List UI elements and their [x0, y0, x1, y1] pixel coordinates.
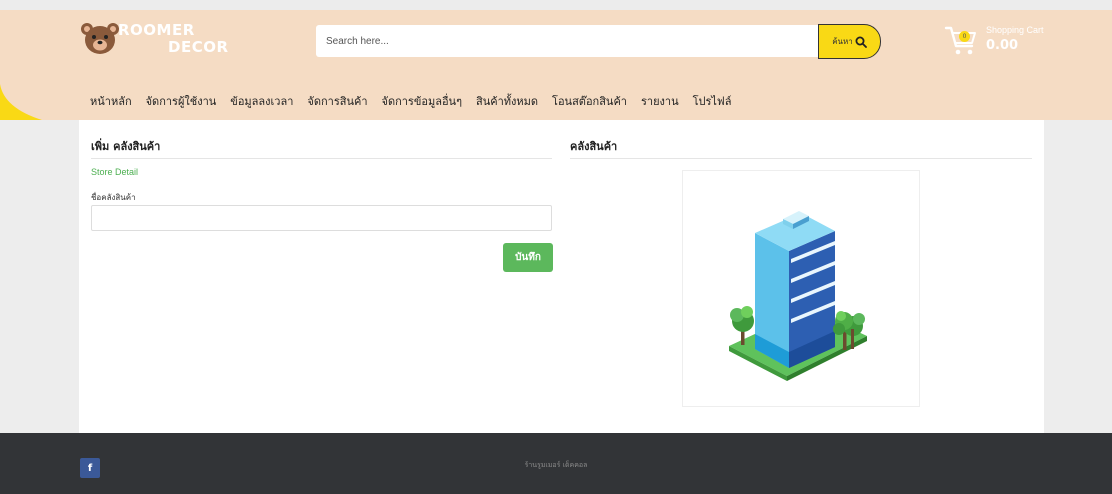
- store-image-frame: [682, 170, 920, 407]
- search-button[interactable]: ค้นหา: [818, 24, 881, 59]
- form-title: เพิ่ม คลังสินค้า: [91, 140, 161, 153]
- store-section-title: คลังสินค้า: [570, 140, 618, 153]
- cart-title: Shopping Cart: [986, 25, 1044, 35]
- nav-item-profile[interactable]: โปรไฟล์: [693, 92, 732, 112]
- nav-item-other-data[interactable]: จัดการข้อมูลอื่นๆ: [382, 92, 463, 112]
- bear-logo-icon: [81, 23, 119, 54]
- form-divider: [91, 158, 552, 159]
- save-button[interactable]: บันทึก: [503, 243, 553, 272]
- shopping-cart[interactable]: 0 Shopping Cart 0.00: [944, 24, 1064, 64]
- store-name-label: ชื่อคลังสินค้า: [91, 193, 136, 202]
- nav-item-stock-transfer[interactable]: โอนสต๊อกสินค้า: [552, 92, 627, 112]
- search-button-label: ค้นหา: [832, 37, 853, 46]
- brand-name-line2: DECOR: [168, 38, 229, 56]
- corner-decoration: [0, 84, 42, 120]
- nav-item-all-products[interactable]: สินค้าทั้งหมด: [476, 92, 538, 112]
- footer-copyright: ร้านรูมเมอร์ เด็คคอล: [524, 461, 588, 469]
- store-detail-label: Store Detail: [91, 167, 139, 177]
- cart-total: 0.00: [986, 38, 1019, 53]
- main-content: เพิ่ม คลังสินค้า Store Detail ชื่อคลังสิ…: [79, 120, 1044, 433]
- search-input[interactable]: [316, 25, 820, 57]
- store-section-divider: [570, 158, 1032, 159]
- nav-item-attendance[interactable]: ข้อมูลลงเวลา: [230, 92, 293, 112]
- nav-item-reports[interactable]: รายงาน: [641, 92, 679, 112]
- cart-count-badge: 0: [959, 31, 970, 42]
- brand-logo[interactable]: ROOMER DECOR: [80, 18, 230, 62]
- header-top-strip: [0, 0, 1112, 10]
- nav-item-products[interactable]: จัดการสินค้า: [307, 92, 367, 112]
- nav-item-users[interactable]: จัดการผู้ใช้งาน: [146, 92, 217, 112]
- brand-name-line1: ROOMER: [118, 21, 195, 39]
- building-illustration: [729, 211, 867, 381]
- header: ROOMER DECOR ค้นหา 0 Shopping Cart 0.00 …: [0, 0, 1112, 120]
- store-name-field[interactable]: [91, 205, 552, 231]
- search-icon: [855, 36, 867, 48]
- nav-item-home[interactable]: หน้าหลัก: [90, 92, 132, 112]
- main-nav: หน้าหลัก จัดการผู้ใช้งาน ข้อมูลลงเวลา จั…: [90, 92, 745, 112]
- footer: f ร้านรูมเมอร์ เด็คคอล: [0, 433, 1112, 494]
